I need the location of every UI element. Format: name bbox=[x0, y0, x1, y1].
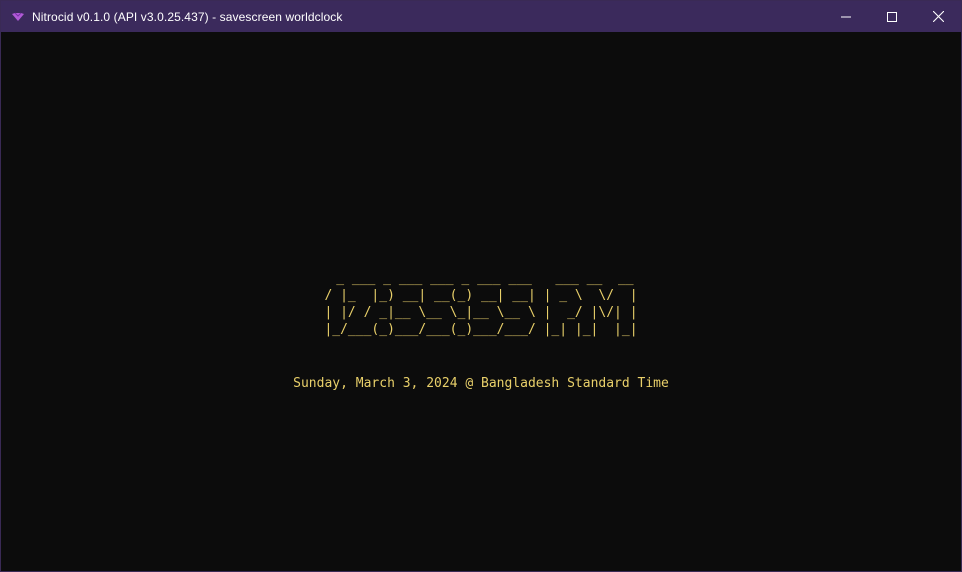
close-button[interactable] bbox=[915, 1, 961, 32]
window-controls bbox=[823, 1, 961, 32]
ascii-clock-time: _ ___ _ ___ ___ _ ___ ___ ___ __ __ / |_… bbox=[324, 271, 638, 337]
window-title: Nitrocid v0.1.0 (API v3.0.25.437) - save… bbox=[32, 9, 343, 24]
maximize-button[interactable] bbox=[869, 1, 915, 32]
maximize-icon bbox=[887, 11, 897, 22]
title-bar[interactable]: Nitrocid v0.1.0 (API v3.0.25.437) - save… bbox=[1, 1, 961, 32]
terminal-area[interactable]: _ ___ _ ___ ___ _ ___ ___ ___ __ __ / |_… bbox=[1, 32, 961, 571]
clock-date-timezone: Sunday, March 3, 2024 @ Bangladesh Stand… bbox=[293, 376, 669, 391]
nitrocid-app-icon bbox=[10, 9, 26, 25]
minimize-icon bbox=[841, 16, 851, 17]
close-icon bbox=[932, 11, 944, 22]
terminal-window: Nitrocid v0.1.0 (API v3.0.25.437) - save… bbox=[0, 0, 962, 572]
minimize-button[interactable] bbox=[823, 1, 869, 32]
